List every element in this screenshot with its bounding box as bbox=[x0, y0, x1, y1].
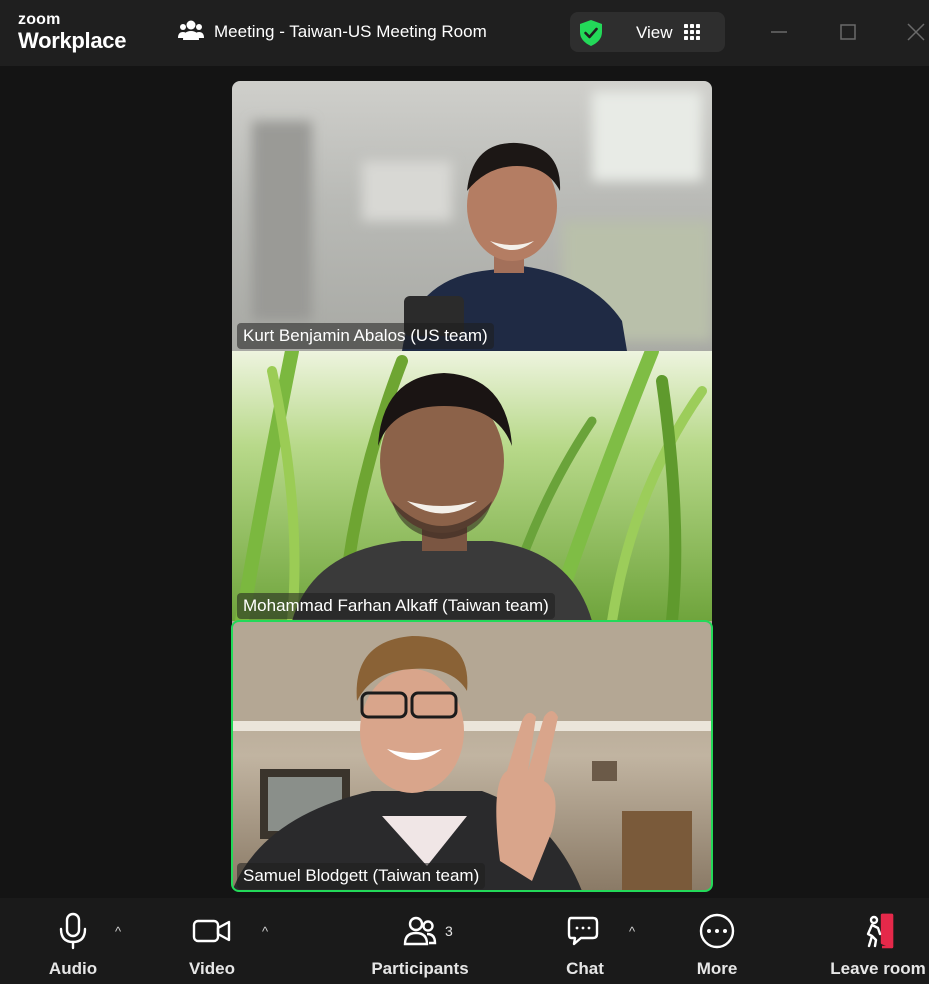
logo-zoom-text: zoom bbox=[18, 11, 61, 28]
video-label: Video bbox=[189, 959, 235, 978]
participants-icon bbox=[403, 916, 437, 954]
grid-icon bbox=[684, 24, 700, 45]
minimize-icon[interactable] bbox=[767, 20, 791, 44]
video-camera-icon bbox=[192, 919, 232, 954]
participant-name-tag: Samuel Blodgett (Taiwan team) bbox=[237, 863, 486, 889]
video-feed bbox=[252, 91, 712, 351]
chat-label: Chat bbox=[566, 959, 604, 978]
view-button[interactable]: View bbox=[570, 12, 725, 52]
video-tile[interactable]: Kurt Benjamin Abalos (US team) bbox=[232, 81, 712, 351]
participants-label: Participants bbox=[371, 959, 469, 978]
video-button[interactable]: Video bbox=[183, 912, 241, 979]
title-bar: zoom Workplace Meeting - Taiwan-US Meeti… bbox=[0, 0, 929, 66]
meeting-toolbar: Audio ^ Video ^ Participants 3 Chat ^ Mo… bbox=[0, 898, 929, 984]
microphone-icon bbox=[57, 912, 89, 954]
more-button[interactable]: More bbox=[689, 912, 745, 979]
leave-room-label: Leave room bbox=[830, 959, 926, 978]
logo-workplace-text: Workplace bbox=[18, 28, 127, 53]
participant-name-tag: Mohammad Farhan Alkaff (Taiwan team) bbox=[237, 593, 555, 619]
leave-icon bbox=[858, 913, 898, 954]
leave-room-button[interactable]: Leave room bbox=[829, 912, 927, 979]
audio-button[interactable]: Audio bbox=[44, 912, 102, 979]
meeting-title-text: Meeting - Taiwan-US Meeting Room bbox=[214, 22, 487, 41]
video-feed bbox=[232, 621, 712, 891]
participants-icon bbox=[178, 19, 204, 46]
shield-check-icon[interactable] bbox=[578, 19, 604, 52]
meeting-title: Meeting - Taiwan-US Meeting Room bbox=[178, 20, 487, 44]
video-feed bbox=[235, 351, 707, 621]
chat-icon bbox=[567, 916, 603, 954]
chat-button[interactable]: Chat bbox=[560, 912, 610, 979]
more-icon bbox=[698, 913, 736, 954]
view-label: View bbox=[636, 23, 673, 42]
participant-name-tag: Kurt Benjamin Abalos (US team) bbox=[237, 323, 494, 349]
chevron-up-icon[interactable]: ^ bbox=[115, 924, 121, 939]
chevron-up-icon[interactable]: ^ bbox=[629, 924, 635, 939]
maximize-icon[interactable] bbox=[836, 20, 860, 44]
video-tile[interactable]: Mohammad Farhan Alkaff (Taiwan team) bbox=[232, 351, 712, 621]
video-gallery: Kurt Benjamin Abalos (US team) Mohammad … bbox=[231, 81, 713, 892]
more-label: More bbox=[696, 959, 738, 978]
audio-label: Audio bbox=[48, 959, 98, 978]
chevron-up-icon[interactable]: ^ bbox=[262, 924, 268, 939]
zoom-workplace-logo: zoom Workplace bbox=[18, 12, 126, 52]
participants-count: 3 bbox=[445, 923, 453, 939]
video-tile-active-speaker[interactable]: Samuel Blodgett (Taiwan team) bbox=[232, 621, 712, 891]
participants-button[interactable]: Participants bbox=[368, 912, 472, 979]
close-icon[interactable] bbox=[904, 20, 928, 44]
